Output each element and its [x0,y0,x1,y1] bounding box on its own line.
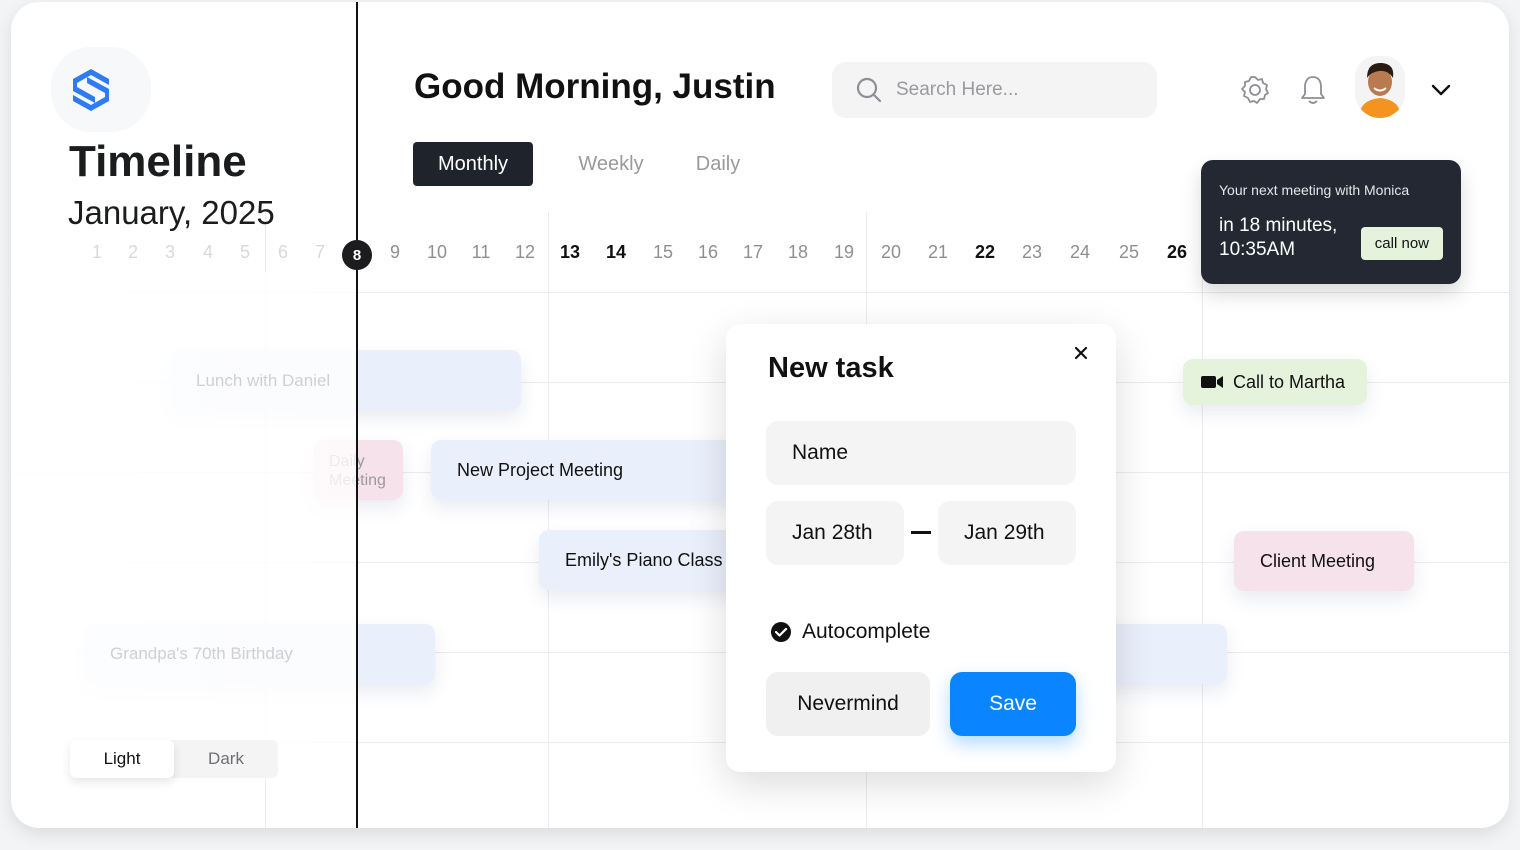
day-label[interactable]: 10 [417,242,457,263]
current-day-marker[interactable]: 8 [342,240,372,270]
notification-time: in 18 minutes, 10:35AM [1219,215,1338,260]
day-label[interactable]: 12 [505,242,545,263]
grid-line [11,292,1509,293]
day-label[interactable]: 4 [188,242,228,263]
day-label[interactable]: 7 [300,242,340,263]
logo-icon [73,68,109,111]
day-label[interactable]: 19 [824,242,864,263]
day-label[interactable]: 3 [150,242,190,263]
user-avatar-icon [1355,56,1405,118]
day-label[interactable]: 14 [596,242,636,263]
search-input[interactable] [896,79,1136,101]
day-label[interactable]: 23 [1012,242,1052,263]
day-label[interactable]: 9 [375,242,415,263]
grid-line [548,212,549,828]
gear-icon [1241,76,1269,104]
event-label: Daily Meeting [329,453,386,489]
notification-header: Your next meeting with Monica [1219,182,1410,198]
greeting: Good Morning, Justin [414,67,776,106]
task-name-input[interactable] [766,421,1076,485]
day-label[interactable]: 18 [778,242,818,263]
day-label[interactable]: 13 [550,242,590,263]
theme-toggle: Light Dark [70,740,278,778]
end-date-input[interactable] [938,501,1076,565]
day-label[interactable]: 16 [688,242,728,263]
day-label[interactable]: 15 [643,242,683,263]
autocomplete-checkbox[interactable]: Autocomplete [770,620,930,644]
call-now-button[interactable]: call now [1360,227,1443,260]
close-icon [1074,346,1088,360]
day-label[interactable]: 24 [1060,242,1100,263]
save-button[interactable]: Save [950,672,1076,736]
settings-button[interactable] [1237,72,1273,108]
autocomplete-label: Autocomplete [802,620,931,643]
day-label[interactable]: 1 [77,242,117,263]
logo[interactable] [51,47,151,132]
day-label[interactable]: 5 [225,242,265,263]
day-label[interactable]: 11 [461,242,501,263]
event-label: New Project Meeting [457,459,624,480]
start-date-input[interactable] [766,501,904,565]
account-menu-button[interactable] [1423,72,1459,108]
day-label[interactable]: 25 [1109,242,1149,263]
video-camera-icon [1201,376,1223,388]
day-label[interactable]: 17 [733,242,773,263]
event-call-to-martha[interactable]: Call to Martha [1183,359,1367,405]
bell-icon [1301,76,1325,104]
event-client-meeting[interactable]: Client Meeting [1234,531,1414,591]
month-label: January, 2025 [68,194,275,231]
day-label[interactable]: 22 [965,242,1005,263]
event-label: Lunch with Daniel [196,371,331,390]
tab-daily[interactable]: Daily [683,142,753,186]
check-circle-icon [771,622,791,642]
event-continuation[interactable] [1101,624,1227,684]
day-label[interactable]: 6 [263,242,303,263]
nevermind-button[interactable]: Nevermind [766,672,930,736]
close-button[interactable] [1066,338,1096,368]
search-bar[interactable] [832,62,1157,118]
event-label: Client Meeting [1260,550,1376,571]
avatar[interactable] [1355,56,1405,118]
chevron-down-icon [1431,84,1451,96]
dialog-title: New task [768,352,894,384]
search-icon [856,77,882,103]
event-piano-class[interactable]: Emily's Piano Class [539,530,749,590]
current-time-line [356,2,358,828]
page-title: Timeline [69,137,247,186]
app-window: Timeline January, 2025 Good Morning, Jus… [11,2,1509,828]
date-range-separator [911,531,931,534]
grid-line [1202,212,1203,828]
event-label: Call to Martha [1233,371,1346,392]
day-label[interactable]: 26 [1157,242,1197,263]
notifications-button[interactable] [1295,72,1331,108]
event-label: Grandpa's 70th Birthday [110,644,293,663]
tab-weekly[interactable]: Weekly [566,142,656,186]
grid-line [265,212,266,828]
event-label: Emily's Piano Class [565,549,723,570]
day-label[interactable]: 21 [918,242,958,263]
day-label[interactable]: 2 [113,242,153,263]
theme-light-option[interactable]: Light [70,740,174,778]
next-meeting-card: Your next meeting with Monica in 18 minu… [1201,160,1461,284]
new-task-dialog: New task Autocomplete Nevermind Save [726,324,1116,772]
theme-dark-option[interactable]: Dark [174,740,278,778]
tab-monthly[interactable]: Monthly [413,142,533,186]
event-new-project-meeting[interactable]: New Project Meeting [431,440,751,500]
day-label[interactable]: 20 [871,242,911,263]
